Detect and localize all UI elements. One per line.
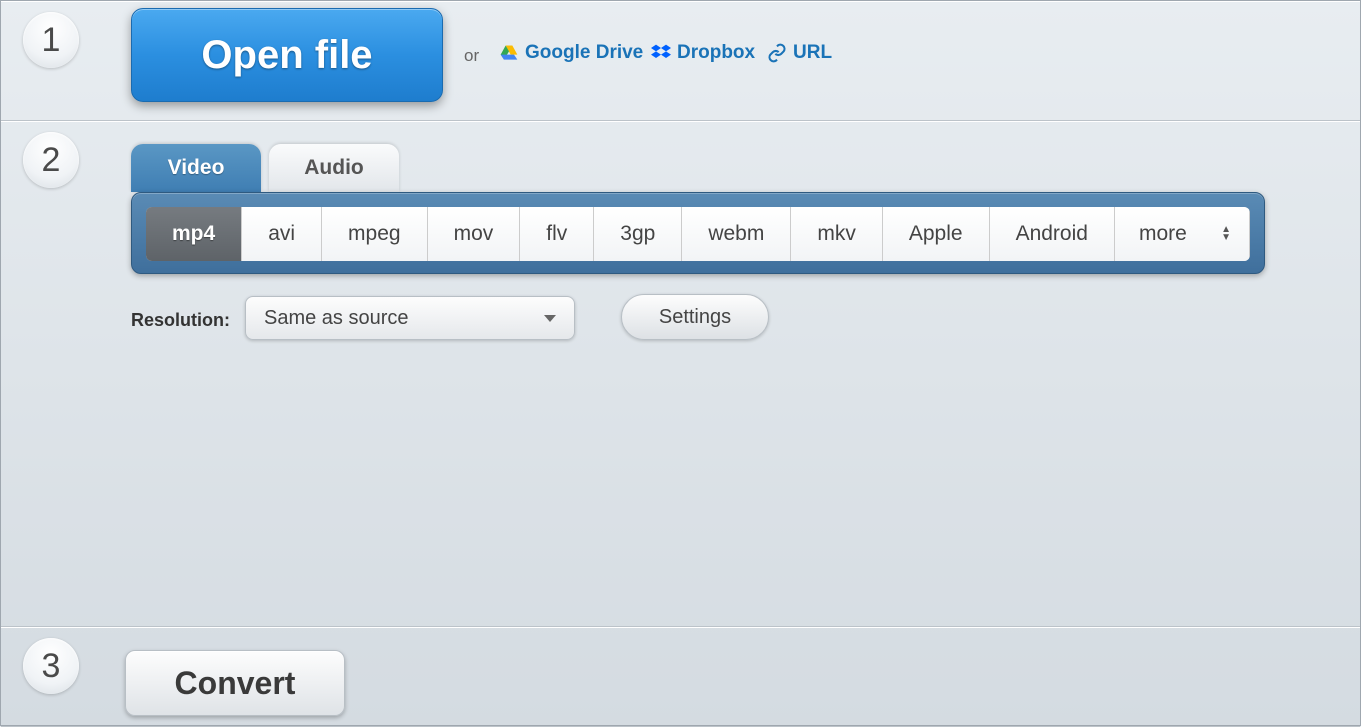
format-more-label: more	[1139, 222, 1187, 246]
google-drive-icon	[499, 43, 519, 63]
format-mkv[interactable]: mkv	[791, 207, 883, 261]
format-3gp[interactable]: 3gp	[594, 207, 682, 261]
step-2-section: 2 Video Audio mp4 avi mpeg mov flv 3gp w…	[1, 121, 1360, 627]
format-mp4[interactable]: mp4	[146, 207, 242, 261]
chevron-down-icon	[544, 315, 556, 322]
link-icon	[767, 43, 787, 63]
provider-google-drive[interactable]: Google Drive	[499, 42, 643, 64]
provider-google-drive-label: Google Drive	[525, 42, 643, 64]
format-mov[interactable]: mov	[428, 207, 521, 261]
step-number-1: 1	[23, 12, 79, 68]
format-android[interactable]: Android	[990, 207, 1115, 261]
format-avi[interactable]: avi	[242, 207, 322, 261]
format-apple[interactable]: Apple	[883, 207, 990, 261]
resolution-dropdown-value: Same as source	[264, 307, 409, 330]
tab-video[interactable]: Video	[131, 144, 261, 192]
provider-url[interactable]: URL	[767, 42, 832, 64]
sort-updown-icon: ▲▼	[1221, 226, 1231, 242]
format-more[interactable]: more ▲▼	[1115, 207, 1250, 261]
or-text: or	[464, 46, 479, 66]
resolution-dropdown[interactable]: Same as source	[245, 296, 575, 340]
step-number-3: 3	[23, 638, 79, 694]
format-mpeg[interactable]: mpeg	[322, 207, 428, 261]
open-file-button[interactable]: Open file	[131, 8, 443, 102]
provider-dropbox-label: Dropbox	[677, 42, 755, 64]
resolution-label: Resolution:	[131, 310, 230, 331]
dropbox-icon	[651, 43, 671, 63]
settings-button[interactable]: Settings	[621, 294, 769, 340]
tab-audio[interactable]: Audio	[269, 144, 399, 192]
format-bar: mp4 avi mpeg mov flv 3gp webm mkv Apple …	[146, 207, 1250, 261]
media-type-tabs: Video Audio	[131, 144, 399, 192]
step-number-2: 2	[23, 132, 79, 188]
provider-dropbox[interactable]: Dropbox	[651, 42, 755, 64]
provider-url-label: URL	[793, 42, 832, 64]
format-webm[interactable]: webm	[682, 207, 791, 261]
step-1-section: 1 Open file or Google Drive Dropbox URL	[1, 1, 1360, 121]
format-selection-bar: mp4 avi mpeg mov flv 3gp webm mkv Apple …	[131, 192, 1265, 274]
step-3-section: 3 Convert	[1, 627, 1360, 727]
convert-button[interactable]: Convert	[125, 650, 345, 716]
format-flv[interactable]: flv	[520, 207, 594, 261]
